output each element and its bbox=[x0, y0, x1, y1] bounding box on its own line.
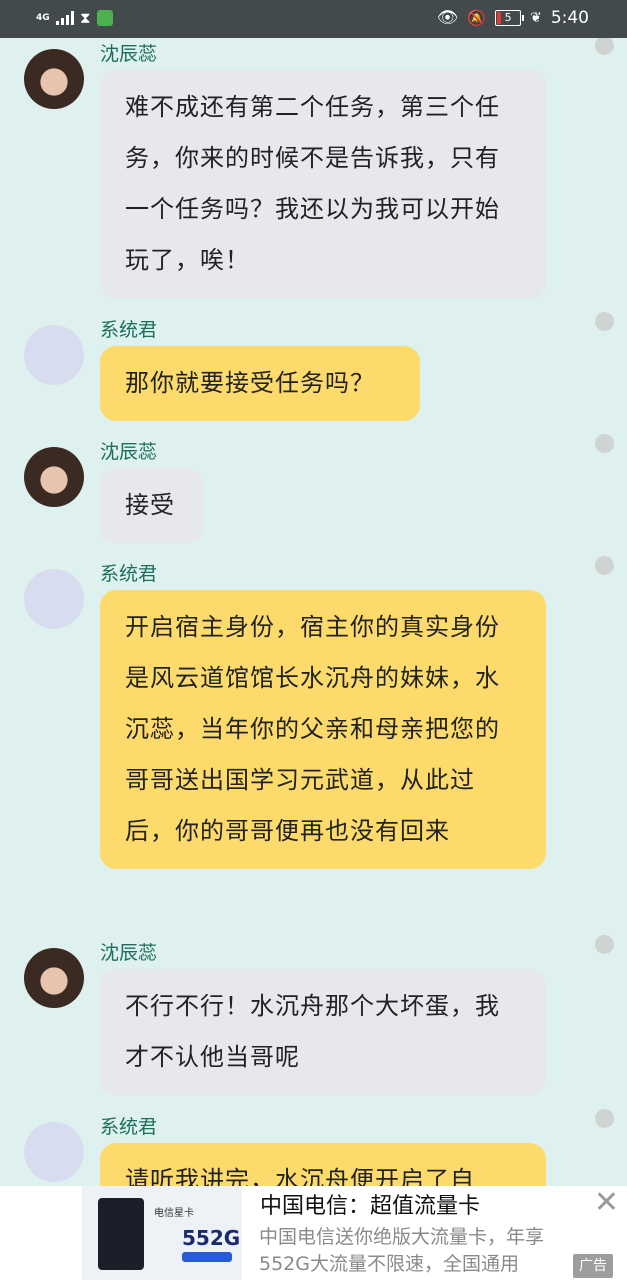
signal-icon bbox=[56, 11, 74, 25]
status-dot bbox=[595, 935, 614, 954]
status-bar: 4G ⧗ 👁 🔕 5 ❦ 5:40 bbox=[0, 0, 627, 38]
status-right: 👁 🔕 5 ❦ 5:40 bbox=[437, 8, 589, 28]
ad-thumb-number: 552G bbox=[182, 1226, 241, 1250]
mute-bell-icon: 🔕 bbox=[467, 9, 487, 27]
avatar[interactable] bbox=[24, 569, 84, 629]
clock: 5:40 bbox=[550, 8, 589, 28]
sender-name: 系统君 bbox=[100, 563, 158, 585]
eye-icon: 👁 bbox=[436, 8, 459, 28]
avatar[interactable] bbox=[24, 1122, 84, 1182]
battery-icon: 5 bbox=[495, 10, 525, 26]
ad-thumb-button bbox=[182, 1252, 232, 1262]
app-notification-icon bbox=[96, 10, 113, 26]
ad-thumbnail[interactable]: 电信星卡 552G bbox=[82, 1186, 242, 1280]
ad-banner[interactable]: 电信星卡 552G 中国电信：超值流量卡 中国电信送你绝版大流量卡，年享552G… bbox=[0, 1186, 627, 1280]
phone-image bbox=[118, 1198, 144, 1270]
status-dot bbox=[595, 38, 614, 55]
message-bubble[interactable]: 难不成还有第二个任务，第三个任务，你来的时候不是告诉我，只有一个任务吗？我还以为… bbox=[100, 70, 546, 298]
sender-name: 沈辰蕊 bbox=[100, 43, 158, 65]
message-bubble[interactable]: 开启宿主身份，宿主你的真实身份是风云道馆馆长水沉舟的妹妹，水沉蕊，当年你的父亲和… bbox=[100, 590, 546, 869]
ad-badge: 广告 bbox=[573, 1254, 613, 1278]
leaf-icon: ❦ bbox=[530, 10, 542, 26]
ad-thumb-brand: 电信星卡 bbox=[154, 1208, 194, 1219]
avatar[interactable] bbox=[24, 325, 84, 385]
network-type: 4G bbox=[36, 12, 50, 23]
ad-description[interactable]: 中国电信送你绝版大流量卡，年享552G大流量不限速，全国通用 bbox=[259, 1224, 589, 1278]
message-bubble[interactable]: 不行不行！水沉舟那个大坏蛋，我才不认他当哥呢 bbox=[100, 969, 546, 1095]
hourglass-icon: ⧗ bbox=[80, 9, 91, 27]
status-dot bbox=[595, 1109, 614, 1128]
sender-name: 系统君 bbox=[100, 1116, 158, 1138]
sender-name: 沈辰蕊 bbox=[100, 942, 158, 964]
status-dot bbox=[595, 312, 614, 331]
ad-title[interactable]: 中国电信：超值流量卡 bbox=[260, 1192, 480, 1222]
avatar[interactable] bbox=[24, 948, 84, 1008]
battery-level: 5 bbox=[504, 11, 512, 24]
sender-name: 沈辰蕊 bbox=[100, 441, 158, 463]
avatar[interactable] bbox=[24, 49, 84, 109]
status-dot bbox=[595, 434, 614, 453]
avatar[interactable] bbox=[24, 447, 84, 507]
status-left: 4G ⧗ bbox=[36, 9, 113, 27]
sender-name: 系统君 bbox=[100, 319, 158, 341]
message-bubble[interactable]: 接受 bbox=[100, 468, 203, 543]
close-icon[interactable]: ✕ bbox=[594, 1188, 619, 1218]
chat-list[interactable]: 沈辰蕊 难不成还有第二个任务，第三个任务，你来的时候不是告诉我，只有一个任务吗？… bbox=[0, 38, 627, 1186]
status-dot bbox=[595, 556, 614, 575]
message-bubble[interactable]: 请听我讲完，水沉舟便开启了自 bbox=[100, 1143, 546, 1186]
message-bubble[interactable]: 那你就要接受任务吗？ bbox=[100, 346, 420, 421]
